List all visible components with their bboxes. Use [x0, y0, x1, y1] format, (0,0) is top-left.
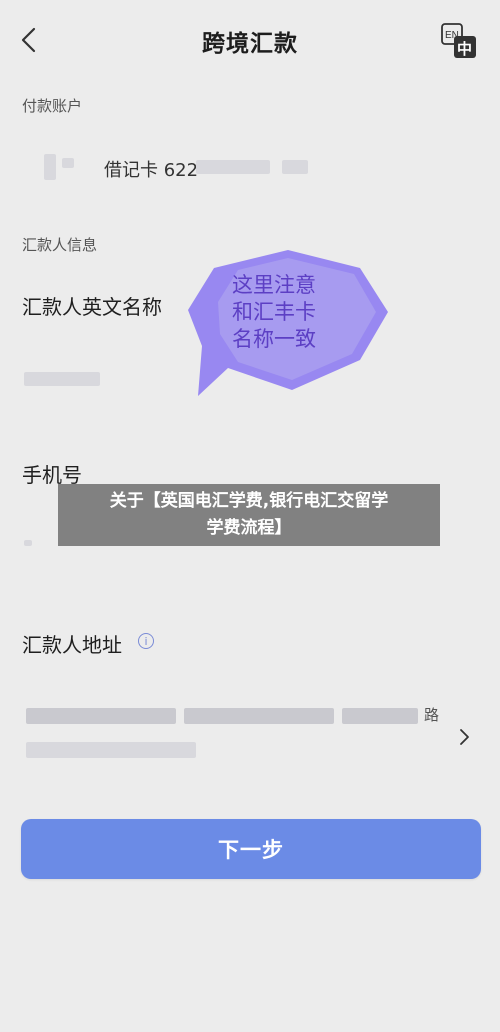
banner-line-1: 关于【英国电汇学费,银行电汇交留学 — [109, 491, 389, 511]
chevron-right-icon[interactable] — [456, 728, 472, 746]
next-step-button[interactable]: 下一步 — [21, 819, 481, 879]
blurred-card-number — [196, 160, 270, 174]
blurred-address-line-1b — [184, 708, 334, 724]
english-name-label: 汇款人英文名称 — [22, 295, 162, 319]
callout-line-1: 这里注意 — [232, 273, 316, 297]
blurred-address-line-1c — [342, 708, 418, 724]
banner-line-2: 学费流程】 — [206, 518, 292, 538]
payment-card-text: 借记卡 622 — [104, 160, 199, 181]
blurred-english-name-value[interactable] — [24, 372, 100, 386]
blurred-card-number-tail — [282, 160, 308, 174]
blurred-address-line-1 — [26, 708, 176, 724]
blurred-phone-value[interactable] — [24, 540, 32, 546]
remitter-info-label: 汇款人信息 — [22, 236, 98, 254]
blurred-bank-logo — [44, 154, 56, 180]
info-icon[interactable]: i — [138, 633, 154, 649]
page-title: 跨境汇款 — [202, 31, 298, 57]
article-title-banner: 关于【英国电汇学费,银行电汇交留学 学费流程】 — [58, 484, 440, 546]
payment-account-label: 付款账户 — [22, 97, 83, 115]
callout-line-3: 名称一致 — [232, 327, 316, 351]
blurred-bank-logo-part — [62, 158, 74, 168]
language-icon-zh: 中 — [457, 40, 472, 58]
address-label: 汇款人地址 — [22, 633, 122, 657]
language-switch-icon[interactable]: EN 中 — [440, 22, 478, 60]
blurred-address-line-2 — [26, 742, 196, 758]
callout-text: 这里注意 和汇丰卡 名称一致 — [232, 272, 352, 353]
callout-line-2: 和汇丰卡 — [232, 300, 316, 324]
address-trailing-char: 路 — [424, 706, 440, 724]
